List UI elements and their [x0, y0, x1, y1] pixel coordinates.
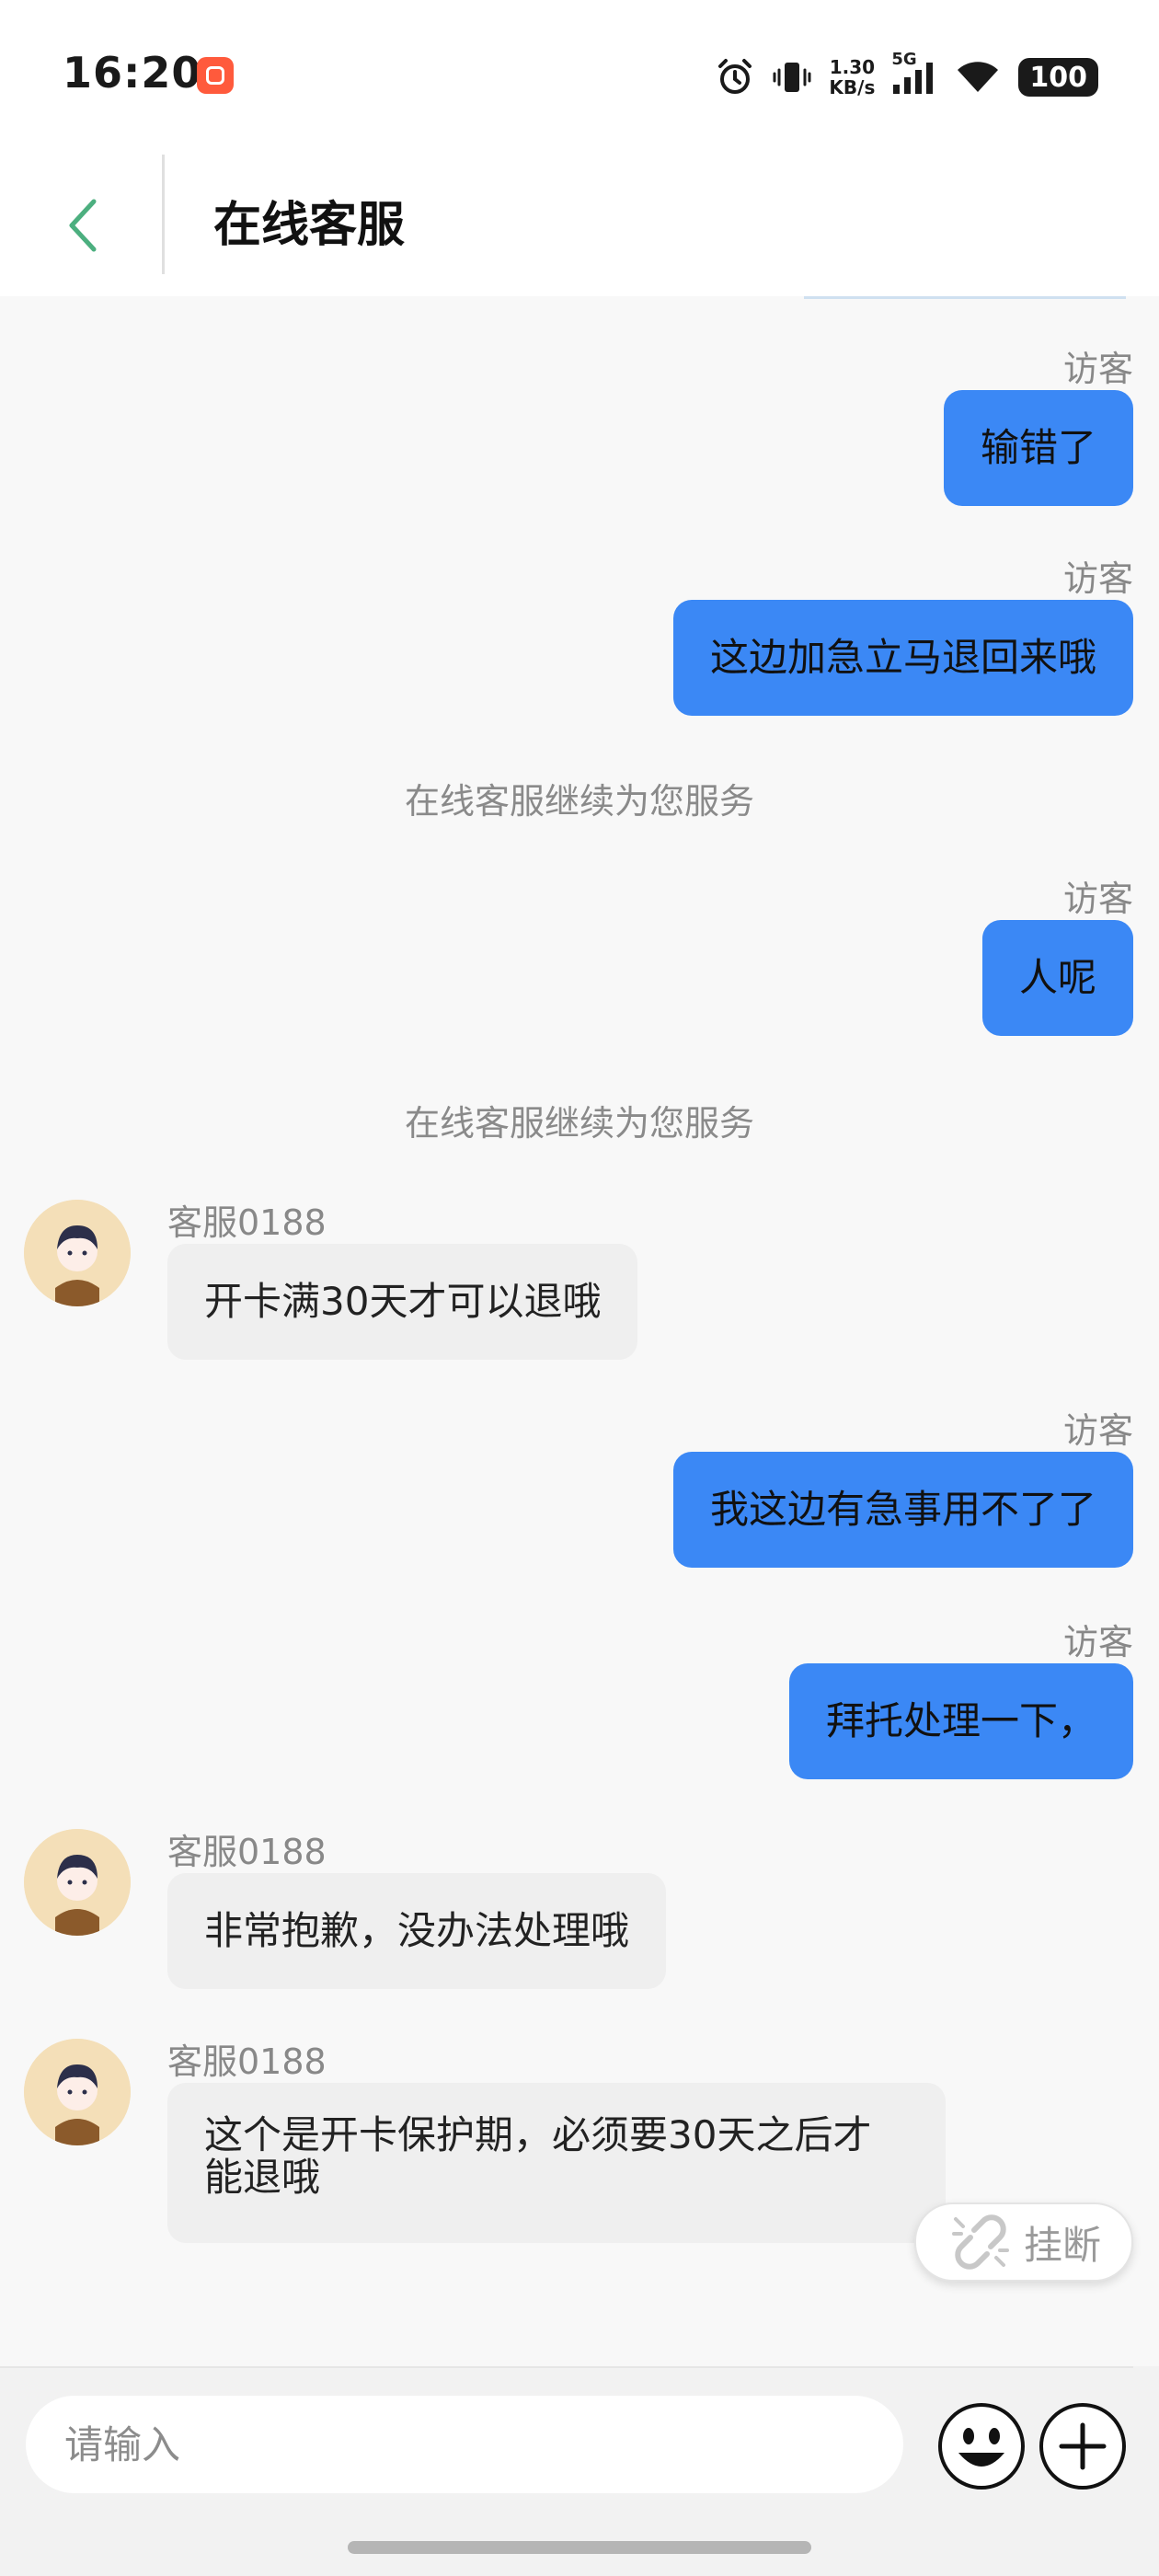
emoji-button[interactable]: [936, 2401, 1027, 2491]
visitor-message-bubble[interactable]: 我这边有急事用不了了: [672, 1452, 1133, 1568]
page-title: 在线客服: [213, 198, 406, 253]
previous-message-edge: [804, 296, 1126, 299]
wifi-icon: [954, 57, 1002, 98]
vibrate-icon: [772, 57, 812, 98]
input-bar: [0, 2366, 1159, 2576]
hangup-button[interactable]: 挂断: [914, 2202, 1133, 2282]
agent-avatar: [24, 2039, 131, 2145]
network-speed: 1.30 KB/s: [829, 57, 875, 98]
more-button[interactable]: [1038, 2401, 1128, 2491]
visitor-message-bubble[interactable]: 人呢: [981, 920, 1133, 1036]
battery-icon: 100: [1018, 58, 1098, 97]
network-type: 5G: [891, 50, 917, 69]
agent-message-bubble[interactable]: 非常抱歉，没办法处理哦: [167, 1873, 667, 1989]
input-divider: [0, 2366, 1133, 2368]
message-sender: 访客: [1062, 349, 1133, 389]
back-button[interactable]: [46, 184, 120, 267]
status-bar: 16:20 1.30 KB/s 5G 100: [0, 0, 1159, 147]
broken-link-icon: [951, 2214, 1009, 2270]
home-indicator[interactable]: [348, 2541, 811, 2554]
message-sender: 访客: [1062, 1622, 1133, 1662]
message-sender: 访客: [1062, 879, 1133, 919]
message-input[interactable]: [26, 2396, 903, 2493]
status-time: 16:20: [63, 48, 202, 98]
network-speed-value: 1.30: [829, 56, 876, 78]
agent-avatar: [24, 1829, 131, 1936]
visitor-message-bubble[interactable]: 这边加急立马退回来哦: [672, 600, 1133, 716]
hangup-label: 挂断: [1023, 2222, 1101, 2268]
network-speed-unit: KB/s: [829, 76, 876, 98]
visitor-message-bubble[interactable]: 拜托处理一下，: [788, 1663, 1133, 1779]
agent-name: 客服0188: [167, 1832, 327, 1872]
status-icons: 1.30 KB/s 5G 100: [715, 50, 1098, 103]
signal-icon: 5G: [891, 50, 937, 98]
app-notification-icon: [197, 57, 234, 94]
agent-name: 客服0188: [167, 1202, 327, 1243]
plus-icon: [1039, 2403, 1126, 2490]
agent-message-bubble[interactable]: 开卡满30天才可以退哦: [167, 1244, 638, 1360]
system-notice: 在线客服继续为您服务: [404, 781, 754, 822]
system-notice: 在线客服继续为您服务: [404, 1103, 754, 1144]
message-sender: 访客: [1062, 558, 1133, 599]
chat-message-list[interactable]: 访客 输错了 访客 这边加急立马退回来哦 在线客服继续为您服务 访客 人呢 在线…: [0, 296, 1159, 2366]
visitor-message-bubble[interactable]: 输错了: [943, 390, 1133, 506]
chevron-left-icon: [69, 199, 97, 252]
alarm-icon: [715, 57, 755, 98]
message-sender: 访客: [1062, 1410, 1133, 1451]
agent-message-bubble[interactable]: 这个是开卡保护期，必须要30天之后才能退哦: [167, 2083, 946, 2243]
chat-header: 在线客服: [0, 147, 1159, 296]
header-divider: [162, 155, 165, 274]
agent-name: 客服0188: [167, 2041, 327, 2082]
emoji-icon: [938, 2403, 1025, 2490]
agent-avatar: [24, 1200, 131, 1306]
